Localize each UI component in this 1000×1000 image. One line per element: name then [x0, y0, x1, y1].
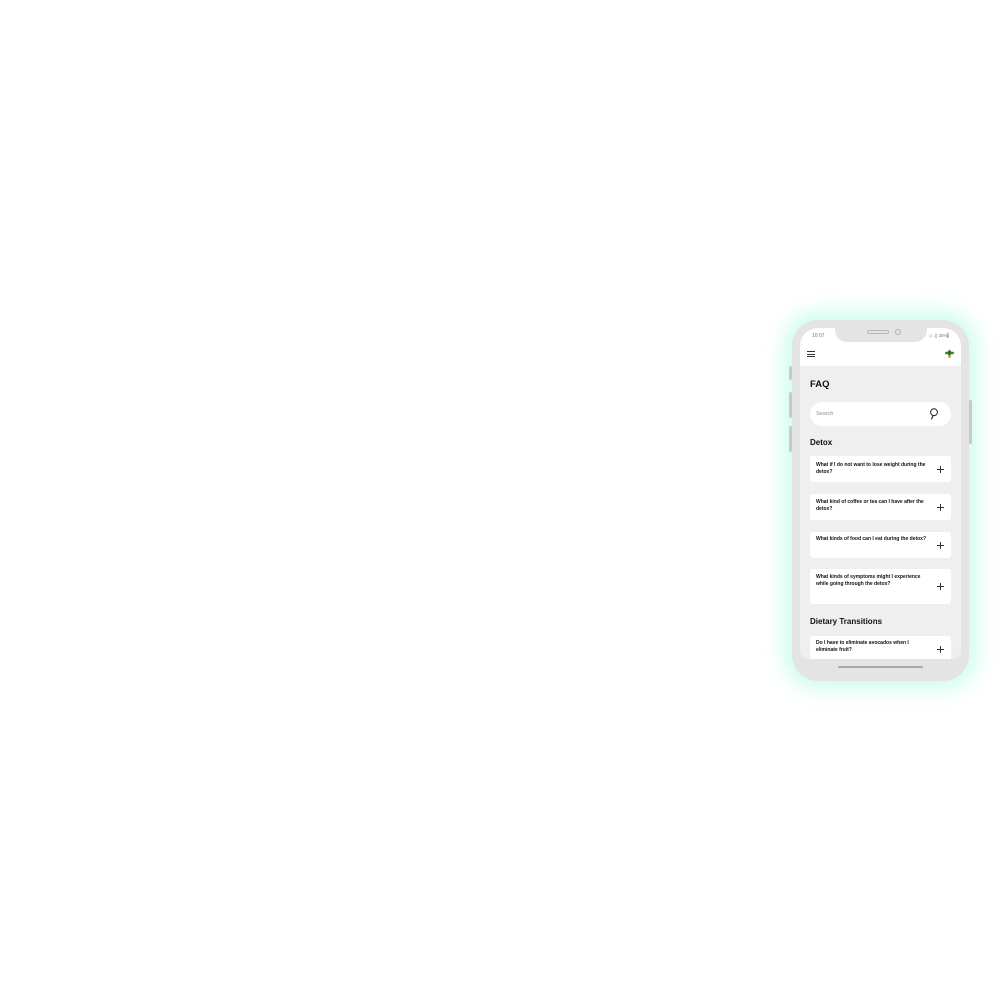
- section-title-dietary-transitions: Dietary Transitions: [810, 617, 883, 626]
- faq-item[interactable]: What kind of coffee or tea can I have af…: [810, 494, 951, 520]
- hamburger-menu-icon[interactable]: [807, 351, 815, 357]
- volume-up-button: [789, 392, 792, 418]
- status-time: 10:07: [812, 333, 825, 339]
- phone-screen: 10:07 ◇ .∥ 35%▎ FAQ Search Detox What if…: [800, 328, 961, 659]
- volume-down-button: [789, 426, 792, 452]
- speaker-grille: [867, 330, 889, 334]
- front-camera: [895, 329, 901, 335]
- faq-question: What kinds of food can I eat during the …: [816, 536, 926, 542]
- status-indicators: ◇ .∥ 35%▎: [929, 333, 951, 338]
- faq-item[interactable]: What kinds of symptoms might I experienc…: [810, 569, 951, 604]
- search-input[interactable]: [816, 408, 916, 420]
- plus-icon[interactable]: [937, 466, 944, 473]
- page-title: FAQ: [810, 379, 830, 390]
- home-indicator[interactable]: [838, 666, 923, 668]
- plus-icon[interactable]: [937, 583, 944, 590]
- power-button: [969, 400, 972, 444]
- canvas: 10:07 ◇ .∥ 35%▎ FAQ Search Detox What if…: [0, 0, 1000, 1000]
- faq-question: What kinds of symptoms might I experienc…: [816, 574, 921, 588]
- faq-item[interactable]: What if I do not want to lose weight dur…: [810, 456, 951, 482]
- plant-avatar-icon[interactable]: [944, 348, 955, 359]
- app-bar: [800, 344, 961, 366]
- plus-icon[interactable]: [937, 504, 944, 511]
- mute-switch: [789, 366, 792, 380]
- plus-icon[interactable]: [937, 542, 944, 549]
- phone-frame: 10:07 ◇ .∥ 35%▎ FAQ Search Detox What if…: [789, 320, 972, 681]
- faq-item[interactable]: Do I have to eliminate avocados when I e…: [810, 636, 951, 659]
- faq-question: What if I do not want to lose weight dur…: [816, 462, 926, 476]
- plus-icon[interactable]: [937, 646, 944, 653]
- faq-item[interactable]: What kinds of food can I eat during the …: [810, 532, 951, 558]
- section-title-detox: Detox: [810, 438, 833, 447]
- faq-question: Do I have to eliminate avocados when I e…: [816, 640, 909, 654]
- search-bar[interactable]: [810, 402, 951, 426]
- search-icon[interactable]: [929, 408, 939, 420]
- faq-question: What kind of coffee or tea can I have af…: [816, 499, 924, 513]
- notch: [835, 328, 927, 342]
